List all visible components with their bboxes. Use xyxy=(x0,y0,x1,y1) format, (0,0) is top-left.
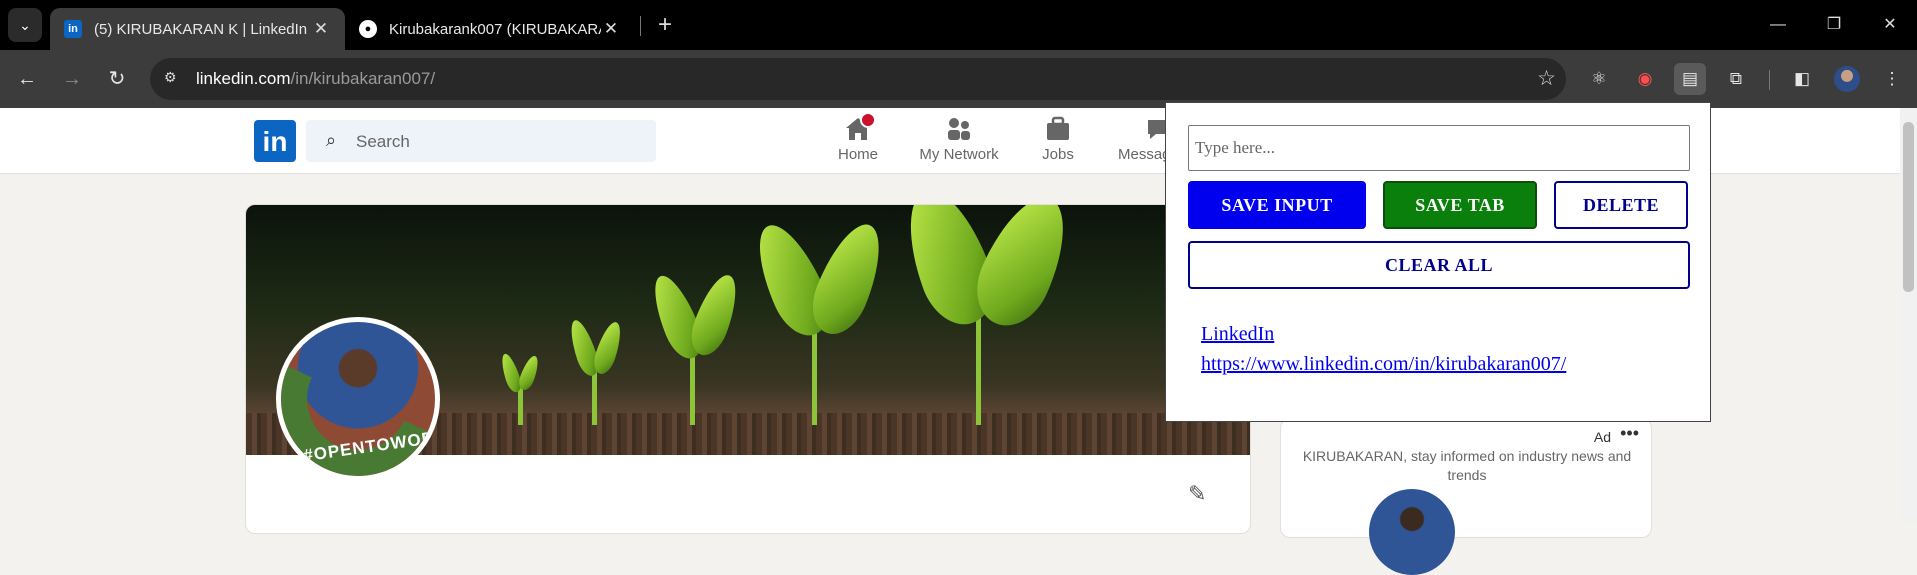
close-tab-icon[interactable]: ✕ xyxy=(601,19,621,39)
briefcase-icon xyxy=(1044,116,1072,142)
search-placeholder: Search xyxy=(356,132,410,151)
tab-linkedin[interactable]: in (5) KIRUBAKARAN K | LinkedIn ✕ xyxy=(50,8,345,50)
search-icon: ⌕ xyxy=(326,130,337,150)
chevron-down-icon: ⌄ xyxy=(19,16,31,33)
link-input[interactable]: Type here... xyxy=(1188,125,1690,171)
delete-button[interactable]: DELETE xyxy=(1554,181,1688,229)
tab-title: (5) KIRUBAKARAN K | LinkedIn xyxy=(94,20,308,38)
site-info-icon[interactable]: ⚙ xyxy=(164,69,186,89)
close-window-button[interactable]: ✕ xyxy=(1870,10,1910,40)
github-icon: ● xyxy=(359,20,377,38)
page-scrollbar[interactable] xyxy=(1900,108,1917,524)
back-button[interactable]: ← xyxy=(12,64,42,94)
tab-title: Kirubakarank007 (KIRUBAKARAN K) xyxy=(389,20,601,38)
react-devtools-icon[interactable]: ⚛ xyxy=(1583,63,1615,95)
ad-card: Ad ••• KIRUBAKARAN, stay informed on ind… xyxy=(1280,418,1652,575)
nav-label: My Network xyxy=(919,146,999,163)
side-panel-icon[interactable]: ◧ xyxy=(1786,63,1818,95)
clear-all-button[interactable]: CLEAR ALL xyxy=(1188,241,1690,289)
saved-link[interactable]: https://www.linkedin.com/in/kirubakaran0… xyxy=(1201,349,1566,379)
ad-text: KIRUBAKARAN, stay informed on industry n… xyxy=(1302,448,1632,483)
browser-toolbar: ← → ↻ ⚙ linkedin.com/in/kirubakaran007/ … xyxy=(0,50,1917,108)
menu-kebab-icon[interactable]: ⋮ xyxy=(1876,63,1908,95)
linkedin-logo[interactable]: in xyxy=(254,120,296,162)
save-tab-button[interactable]: SAVE TAB xyxy=(1383,181,1537,229)
forward-button[interactable]: → xyxy=(57,64,87,94)
address-bar[interactable]: ⚙ linkedin.com/in/kirubakaran007/ ☆ xyxy=(150,58,1566,100)
save-input-button[interactable]: SAVE INPUT xyxy=(1188,181,1366,229)
tab-github[interactable]: ● Kirubakarank007 (KIRUBAKARAN K) ✕ xyxy=(345,8,635,50)
toolbar-divider xyxy=(1769,70,1770,90)
nav-my-network[interactable]: My Network xyxy=(912,116,1006,163)
ad-avatar xyxy=(1369,489,1455,575)
restore-button[interactable]: ❐ xyxy=(1814,10,1854,40)
url-text[interactable]: linkedin.com/in/kirubakaran007/ xyxy=(196,69,435,89)
new-tab-button[interactable]: + xyxy=(650,10,680,40)
extension-popup: Type here... SAVE INPUT SAVE TAB DELETE … xyxy=(1165,102,1711,422)
home-icon xyxy=(844,112,876,142)
close-tab-icon[interactable]: ✕ xyxy=(311,19,331,39)
linkedin-icon: in xyxy=(64,20,82,38)
tab-strip: ⌄ in (5) KIRUBAKARAN K | LinkedIn ✕ ● Ki… xyxy=(0,0,1917,50)
nav-jobs[interactable]: Jobs xyxy=(1032,116,1084,163)
more-options-icon[interactable]: ••• xyxy=(1620,423,1639,444)
reload-button[interactable]: ↻ xyxy=(102,64,132,94)
saved-links-list: LinkedIn https://www.linkedin.com/in/kir… xyxy=(1201,319,1566,379)
extensions-puzzle-icon[interactable]: ⧉ xyxy=(1720,63,1752,95)
extension-red-icon[interactable]: ◉ xyxy=(1629,63,1661,95)
minimize-button[interactable]: — xyxy=(1758,10,1798,40)
nav-label: Jobs xyxy=(1042,146,1074,163)
ad-label: Ad xyxy=(1593,429,1611,445)
tab-search-button[interactable]: ⌄ xyxy=(8,8,42,42)
nav-label: Home xyxy=(837,146,878,163)
profile-avatar[interactable] xyxy=(1834,66,1860,92)
bookmark-star-icon[interactable]: ☆ xyxy=(1537,66,1556,91)
leads-tracker-extension-icon[interactable]: ▤ xyxy=(1674,63,1706,95)
edit-pencil-icon[interactable]: ✎ xyxy=(1188,481,1206,507)
profile-photo[interactable]: #OPENTOWORK xyxy=(276,317,440,481)
profile-card: #OPENTOWORK ✎ xyxy=(245,204,1251,534)
notification-badge xyxy=(860,112,876,128)
scrollbar-thumb[interactable] xyxy=(1903,122,1914,292)
saved-link[interactable]: LinkedIn xyxy=(1201,319,1566,349)
nav-home[interactable]: Home xyxy=(830,112,886,163)
search-input[interactable]: ⌕ Search xyxy=(306,120,656,162)
network-icon xyxy=(945,116,973,142)
tab-divider xyxy=(640,16,641,36)
